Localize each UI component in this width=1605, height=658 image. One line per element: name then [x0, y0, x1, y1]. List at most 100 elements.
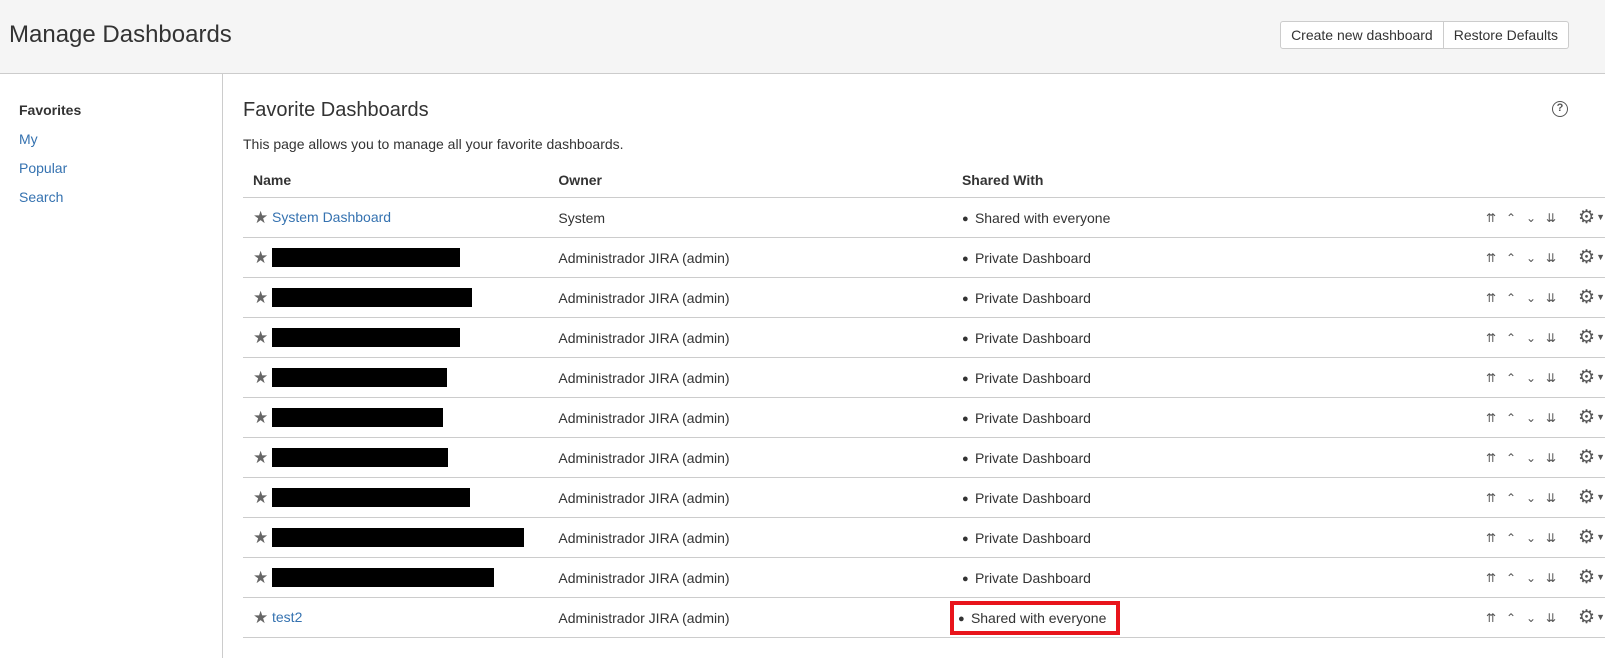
- double-chevron-up-icon[interactable]: ⇈: [1484, 491, 1498, 505]
- double-chevron-up-icon[interactable]: ⇈: [1484, 571, 1498, 585]
- gear-icon[interactable]: ⚙▼: [1578, 207, 1605, 228]
- section-title: Favorite Dashboards: [243, 99, 429, 121]
- chevron-up-icon[interactable]: ⌃: [1504, 531, 1518, 545]
- sidebar-item-favorites[interactable]: Favorites: [19, 101, 81, 119]
- double-chevron-down-icon[interactable]: ⇊: [1544, 251, 1558, 265]
- star-icon[interactable]: ★: [253, 208, 272, 228]
- chevron-up-icon[interactable]: ⌃: [1504, 571, 1518, 585]
- star-icon[interactable]: ★: [253, 568, 272, 588]
- chevron-up-icon[interactable]: ⌃: [1504, 611, 1518, 625]
- sidebar-item-search[interactable]: Search: [19, 188, 63, 206]
- caret-down-icon: ▼: [1596, 532, 1605, 542]
- double-chevron-up-icon[interactable]: ⇈: [1484, 331, 1498, 345]
- double-chevron-down-icon[interactable]: ⇊: [1544, 211, 1558, 225]
- gear-icon[interactable]: ⚙▼: [1578, 367, 1605, 388]
- double-chevron-up-icon[interactable]: ⇈: [1484, 531, 1498, 545]
- table-row: ★ Administrador JIRA (admin) ● Private Dash…: [243, 277, 1605, 318]
- star-icon[interactable]: ★: [253, 328, 272, 348]
- double-chevron-down-icon[interactable]: ⇊: [1544, 371, 1558, 385]
- double-chevron-down-icon[interactable]: ⇊: [1544, 291, 1558, 305]
- star-icon[interactable]: ★: [253, 608, 272, 628]
- page-header: Manage Dashboards Create new dashboard R…: [0, 0, 1605, 74]
- dashboards-table: Name Owner Shared With ★ System Dashboard…: [243, 162, 1605, 638]
- chevron-up-icon[interactable]: ⌃: [1504, 411, 1518, 425]
- redacted-dashboard-name: [272, 328, 460, 348]
- double-chevron-up-icon[interactable]: ⇈: [1484, 411, 1498, 425]
- chevron-down-icon[interactable]: ⌄: [1524, 251, 1538, 265]
- chevron-up-icon[interactable]: ⌃: [1504, 211, 1518, 225]
- shared-with-value: ● Private Dashboard: [962, 250, 1091, 266]
- star-icon[interactable]: ★: [253, 448, 272, 468]
- cell-shared-with: ● Private Dashboard: [951, 477, 1315, 518]
- dashboard-name-link[interactable]: test2: [272, 609, 302, 625]
- sidebar-item-my[interactable]: My: [19, 130, 38, 148]
- star-icon[interactable]: ★: [253, 248, 272, 268]
- chevron-down-icon[interactable]: ⌄: [1524, 211, 1538, 225]
- move-controls: ⇈ ⌃ ⌄ ⇊: [1484, 371, 1558, 385]
- redacted-dashboard-name: [272, 568, 494, 588]
- chevron-down-icon[interactable]: ⌄: [1524, 291, 1538, 305]
- star-icon[interactable]: ★: [253, 288, 272, 308]
- chevron-up-icon[interactable]: ⌃: [1504, 291, 1518, 305]
- star-icon[interactable]: ★: [253, 488, 272, 508]
- double-chevron-up-icon[interactable]: ⇈: [1484, 211, 1498, 225]
- double-chevron-down-icon[interactable]: ⇊: [1544, 411, 1558, 425]
- gear-icon[interactable]: ⚙▼: [1578, 407, 1605, 428]
- gear-icon[interactable]: ⚙▼: [1578, 447, 1605, 468]
- double-chevron-down-icon[interactable]: ⇊: [1544, 491, 1558, 505]
- chevron-down-icon[interactable]: ⌄: [1524, 331, 1538, 345]
- bullet-icon: ●: [961, 372, 969, 385]
- shared-with-label: Private Dashboard: [974, 409, 1091, 426]
- chevron-down-icon[interactable]: ⌄: [1524, 531, 1538, 545]
- chevron-up-icon[interactable]: ⌃: [1504, 451, 1518, 465]
- chevron-down-icon[interactable]: ⌄: [1524, 571, 1538, 585]
- double-chevron-down-icon[interactable]: ⇊: [1544, 331, 1558, 345]
- move-controls: ⇈ ⌃ ⌄ ⇊: [1484, 491, 1558, 505]
- gear-icon[interactable]: ⚙▼: [1578, 287, 1605, 308]
- double-chevron-up-icon[interactable]: ⇈: [1484, 251, 1498, 265]
- double-chevron-up-icon[interactable]: ⇈: [1484, 371, 1498, 385]
- caret-down-icon: ▼: [1596, 412, 1605, 422]
- bullet-icon: ●: [961, 532, 969, 545]
- bullet-icon: ●: [961, 252, 969, 265]
- chevron-up-icon[interactable]: ⌃: [1504, 491, 1518, 505]
- shared-with-value: ● Private Dashboard: [962, 570, 1091, 586]
- gear-icon[interactable]: ⚙▼: [1578, 567, 1605, 588]
- double-chevron-down-icon[interactable]: ⇊: [1544, 531, 1558, 545]
- caret-down-icon: ▼: [1596, 252, 1605, 262]
- sidebar-item-popular[interactable]: Popular: [19, 159, 67, 177]
- gear-icon[interactable]: ⚙▼: [1578, 527, 1605, 548]
- chevron-down-icon[interactable]: ⌄: [1524, 411, 1538, 425]
- star-icon[interactable]: ★: [253, 408, 272, 428]
- double-chevron-up-icon[interactable]: ⇈: [1484, 291, 1498, 305]
- chevron-down-icon[interactable]: ⌄: [1524, 611, 1538, 625]
- column-header-name: Name: [243, 162, 549, 198]
- double-chevron-up-icon[interactable]: ⇈: [1484, 611, 1498, 625]
- table-header-row: Name Owner Shared With: [243, 162, 1605, 198]
- cell-shared-with: ● Private Dashboard: [951, 237, 1315, 278]
- gear-icon[interactable]: ⚙▼: [1578, 607, 1605, 628]
- double-chevron-down-icon[interactable]: ⇊: [1544, 571, 1558, 585]
- double-chevron-down-icon[interactable]: ⇊: [1544, 611, 1558, 625]
- star-icon[interactable]: ★: [253, 368, 272, 388]
- chevron-down-icon[interactable]: ⌄: [1524, 371, 1538, 385]
- chevron-up-icon[interactable]: ⌃: [1504, 371, 1518, 385]
- gear-icon[interactable]: ⚙▼: [1578, 327, 1605, 348]
- chevron-up-icon[interactable]: ⌃: [1504, 331, 1518, 345]
- gear-icon[interactable]: ⚙▼: [1578, 247, 1605, 268]
- cell-name: ★: [243, 277, 549, 318]
- dashboard-name-link[interactable]: System Dashboard: [272, 209, 391, 225]
- caret-down-icon: ▼: [1596, 212, 1605, 222]
- cell-shared-with: ● Private Dashboard: [951, 357, 1315, 398]
- double-chevron-down-icon[interactable]: ⇊: [1544, 451, 1558, 465]
- double-chevron-up-icon[interactable]: ⇈: [1484, 451, 1498, 465]
- star-icon[interactable]: ★: [253, 528, 272, 548]
- help-icon[interactable]: ?: [1552, 101, 1568, 117]
- restore-defaults-button[interactable]: Restore Defaults: [1443, 21, 1569, 49]
- chevron-up-icon[interactable]: ⌃: [1504, 251, 1518, 265]
- gear-icon[interactable]: ⚙▼: [1578, 487, 1605, 508]
- create-dashboard-button[interactable]: Create new dashboard: [1280, 21, 1444, 49]
- chevron-down-icon[interactable]: ⌄: [1524, 451, 1538, 465]
- shared-with-value: ● Private Dashboard: [962, 290, 1091, 306]
- chevron-down-icon[interactable]: ⌄: [1524, 491, 1538, 505]
